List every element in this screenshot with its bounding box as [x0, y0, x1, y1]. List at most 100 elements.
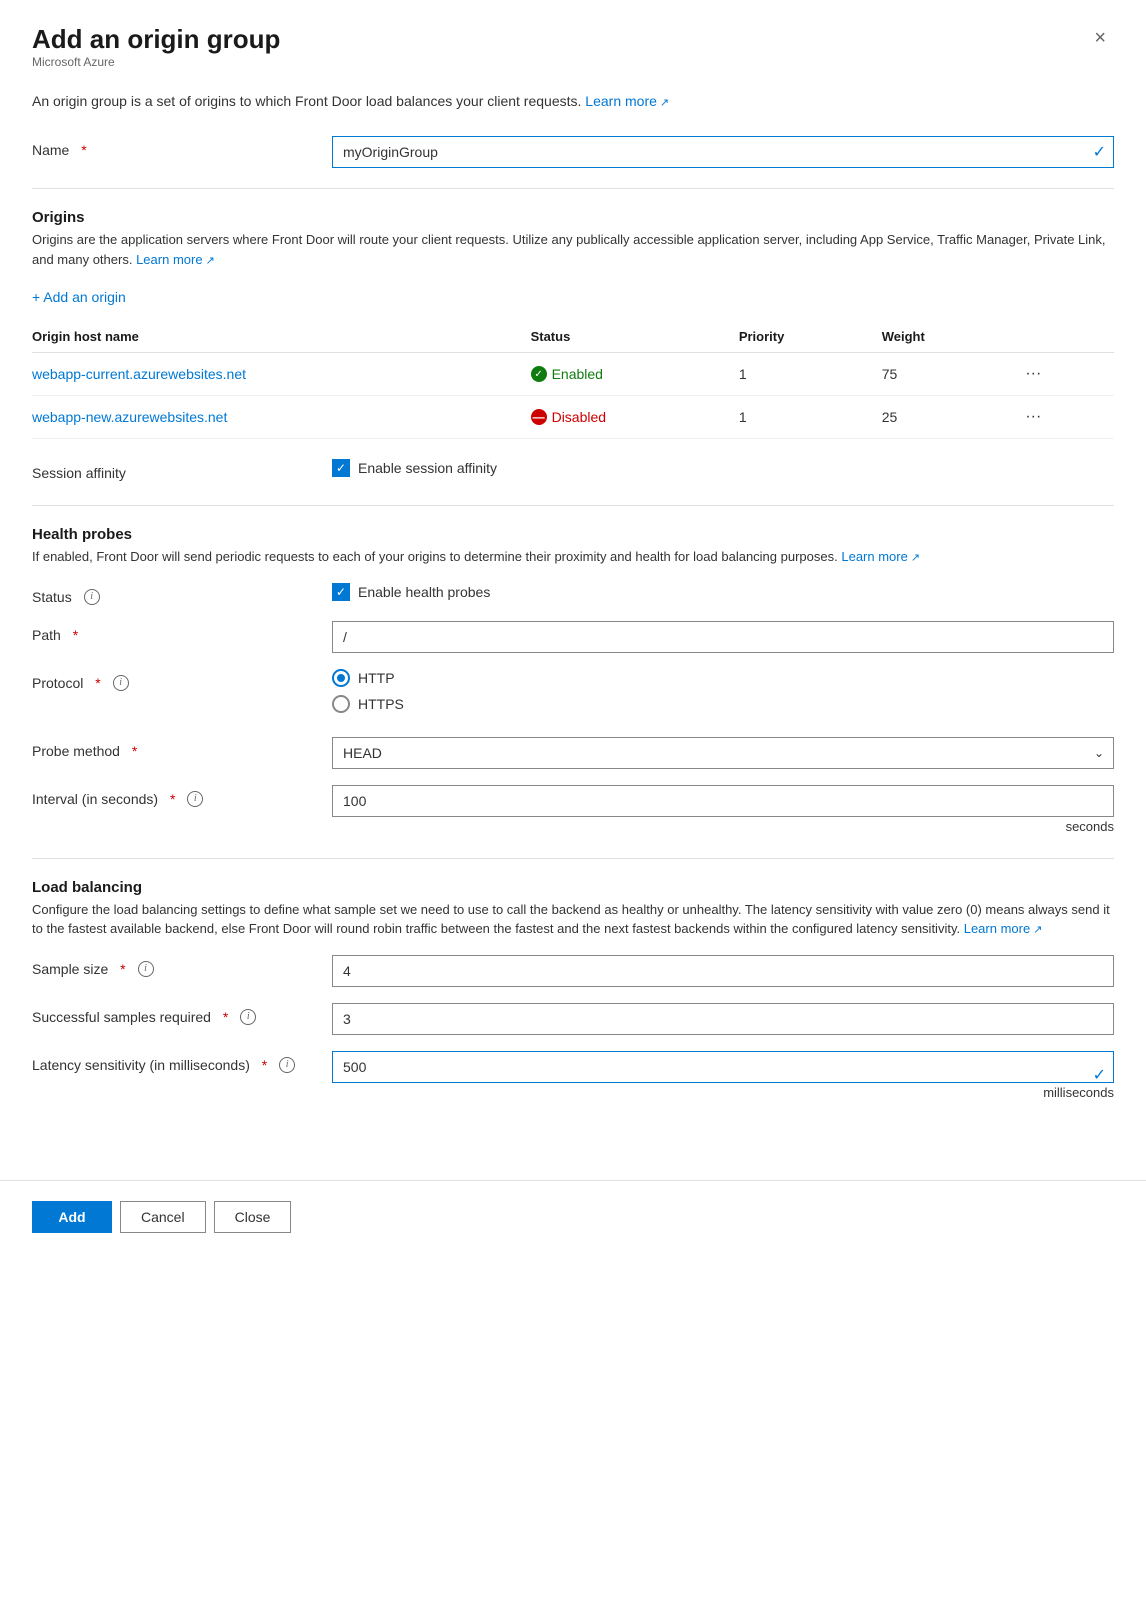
- health-probes-external-link-icon: ↗: [911, 550, 920, 567]
- add-origin-button[interactable]: + Add an origin: [32, 285, 126, 309]
- latency-info-icon[interactable]: i: [279, 1057, 295, 1073]
- health-protocol-info-icon[interactable]: i: [113, 675, 129, 691]
- successful-samples-input[interactable]: [332, 1003, 1114, 1035]
- load-balancing-title: Load balancing: [32, 879, 1114, 896]
- protocol-https-label: HTTPS: [358, 696, 404, 712]
- successful-samples-info-icon[interactable]: i: [240, 1009, 256, 1025]
- health-status-label: Status i: [32, 583, 332, 605]
- health-status-row: Status i ✓ Enable health probes: [32, 583, 1114, 605]
- health-probes-checkbox[interactable]: ✓: [332, 583, 350, 601]
- origins-table: Origin host name Status Priority Weight …: [32, 321, 1114, 439]
- origin-more-button[interactable]: ···: [1019, 406, 1047, 428]
- health-protocol-control: HTTP HTTPS: [332, 669, 1114, 721]
- health-probes-title: Health probes: [32, 526, 1114, 543]
- health-protocol-row: Protocol * i HTTP HTTPS: [32, 669, 1114, 721]
- close-icon[interactable]: ×: [1086, 24, 1114, 52]
- origins-external-link-icon: ↗: [206, 253, 215, 270]
- load-balancing-external-link-icon: ↗: [1033, 922, 1042, 939]
- origin-more-cell: ···: [1009, 396, 1114, 439]
- panel-subtitle: Microsoft Azure: [32, 55, 280, 69]
- protocol-https-radio[interactable]: HTTPS: [332, 695, 1114, 713]
- health-path-row: Path *: [32, 621, 1114, 653]
- health-probes-checkbox-label: Enable health probes: [358, 584, 490, 600]
- name-field-row: Name * ✓: [32, 136, 1114, 168]
- footer: Add Cancel Close: [0, 1180, 1146, 1253]
- origins-description: Origins are the application servers wher…: [32, 230, 1114, 269]
- load-balancing-section: Load balancing Configure the load balanc…: [32, 879, 1114, 1100]
- table-row: webapp-new.azurewebsites.net —Disabled 125…: [32, 396, 1114, 439]
- origin-priority-cell: 1: [729, 396, 872, 439]
- latency-unit-label: milliseconds: [332, 1085, 1114, 1100]
- interval-unit-label: seconds: [332, 819, 1114, 834]
- status-disabled-icon: —: [531, 409, 547, 425]
- session-affinity-checkbox[interactable]: ✓: [332, 459, 350, 477]
- probe-method-label: Probe method *: [32, 737, 332, 759]
- protocol-https-radio-outer[interactable]: [332, 695, 350, 713]
- sample-size-label: Sample size * i: [32, 955, 332, 977]
- probe-method-row: Probe method * HEAD GET ⌄: [32, 737, 1114, 769]
- origin-status-cell: ✓Enabled: [521, 353, 729, 396]
- session-affinity-check-icon: ✓: [336, 462, 346, 474]
- protocol-http-radio-outer[interactable]: [332, 669, 350, 687]
- session-affinity-control: ✓ Enable session affinity: [332, 459, 1114, 477]
- origin-host-link[interactable]: webapp-new.azurewebsites.net: [32, 409, 227, 425]
- latency-row: Latency sensitivity (in milliseconds) * …: [32, 1051, 1114, 1100]
- origin-status-text: Enabled: [552, 366, 603, 382]
- origin-more-button[interactable]: ···: [1019, 363, 1047, 385]
- health-path-control: [332, 621, 1114, 653]
- panel-title: Add an origin group: [32, 24, 280, 55]
- session-affinity-checkbox-wrapper[interactable]: ✓ Enable session affinity: [332, 459, 1114, 477]
- health-path-input[interactable]: [332, 621, 1114, 653]
- origins-section: Origins Origins are the application serv…: [32, 209, 1114, 481]
- protocol-http-radio[interactable]: HTTP: [332, 669, 1114, 687]
- col-priority: Priority: [729, 321, 872, 353]
- load-balancing-description: Configure the load balancing settings to…: [32, 900, 1114, 939]
- health-status-control: ✓ Enable health probes: [332, 583, 1114, 601]
- external-link-icon: ↗: [660, 95, 669, 112]
- description-learn-more-link[interactable]: Learn more↗: [585, 93, 669, 109]
- origins-learn-more-link[interactable]: Learn more↗: [136, 252, 215, 267]
- origin-weight-cell: 75: [872, 353, 1010, 396]
- latency-input[interactable]: [332, 1051, 1114, 1083]
- successful-samples-control: [332, 1003, 1114, 1035]
- origin-priority-cell: 1: [729, 353, 872, 396]
- sample-size-row: Sample size * i: [32, 955, 1114, 987]
- sample-size-control: [332, 955, 1114, 987]
- name-input-wrapper: ✓: [332, 136, 1114, 168]
- name-label: Name *: [32, 136, 332, 158]
- sample-size-info-icon[interactable]: i: [138, 961, 154, 977]
- session-affinity-checkbox-label: Enable session affinity: [358, 460, 497, 476]
- protocol-http-label: HTTP: [358, 670, 395, 686]
- col-actions: [1009, 321, 1114, 353]
- origin-host-cell: webapp-current.azurewebsites.net: [32, 353, 521, 396]
- session-affinity-row: Session affinity ✓ Enable session affini…: [32, 459, 1114, 481]
- name-checkmark-icon: ✓: [1093, 142, 1106, 162]
- load-balancing-learn-more-link[interactable]: Learn more↗: [964, 921, 1043, 936]
- interval-input[interactable]: [332, 785, 1114, 817]
- origin-status-badge: —Disabled: [531, 409, 719, 425]
- col-status: Status: [521, 321, 729, 353]
- origin-status-badge: ✓Enabled: [531, 366, 719, 382]
- latency-control: ✓ milliseconds: [332, 1051, 1114, 1100]
- name-input[interactable]: [332, 136, 1114, 168]
- successful-samples-label: Successful samples required * i: [32, 1003, 332, 1025]
- latency-label: Latency sensitivity (in milliseconds) * …: [32, 1051, 332, 1073]
- interval-info-icon[interactable]: i: [187, 791, 203, 807]
- probe-method-select[interactable]: HEAD GET: [332, 737, 1114, 769]
- origin-weight-cell: 25: [872, 396, 1010, 439]
- interval-label: Interval (in seconds) * i: [32, 785, 332, 807]
- health-path-label: Path *: [32, 621, 332, 643]
- protocol-http-radio-inner: [337, 674, 345, 682]
- panel-description: An origin group is a set of origins to w…: [32, 91, 1114, 112]
- successful-samples-row: Successful samples required * i: [32, 1003, 1114, 1035]
- add-button[interactable]: Add: [32, 1201, 112, 1233]
- health-probes-learn-more-link[interactable]: Learn more↗: [841, 549, 920, 564]
- footer-close-button[interactable]: Close: [214, 1201, 292, 1233]
- origin-host-link[interactable]: webapp-current.azurewebsites.net: [32, 366, 246, 382]
- interval-row: Interval (in seconds) * i seconds: [32, 785, 1114, 834]
- health-protocol-label: Protocol * i: [32, 669, 332, 691]
- sample-size-input[interactable]: [332, 955, 1114, 987]
- health-status-info-icon[interactable]: i: [84, 589, 100, 605]
- cancel-button[interactable]: Cancel: [120, 1201, 206, 1233]
- health-probes-checkbox-wrapper[interactable]: ✓ Enable health probes: [332, 583, 1114, 601]
